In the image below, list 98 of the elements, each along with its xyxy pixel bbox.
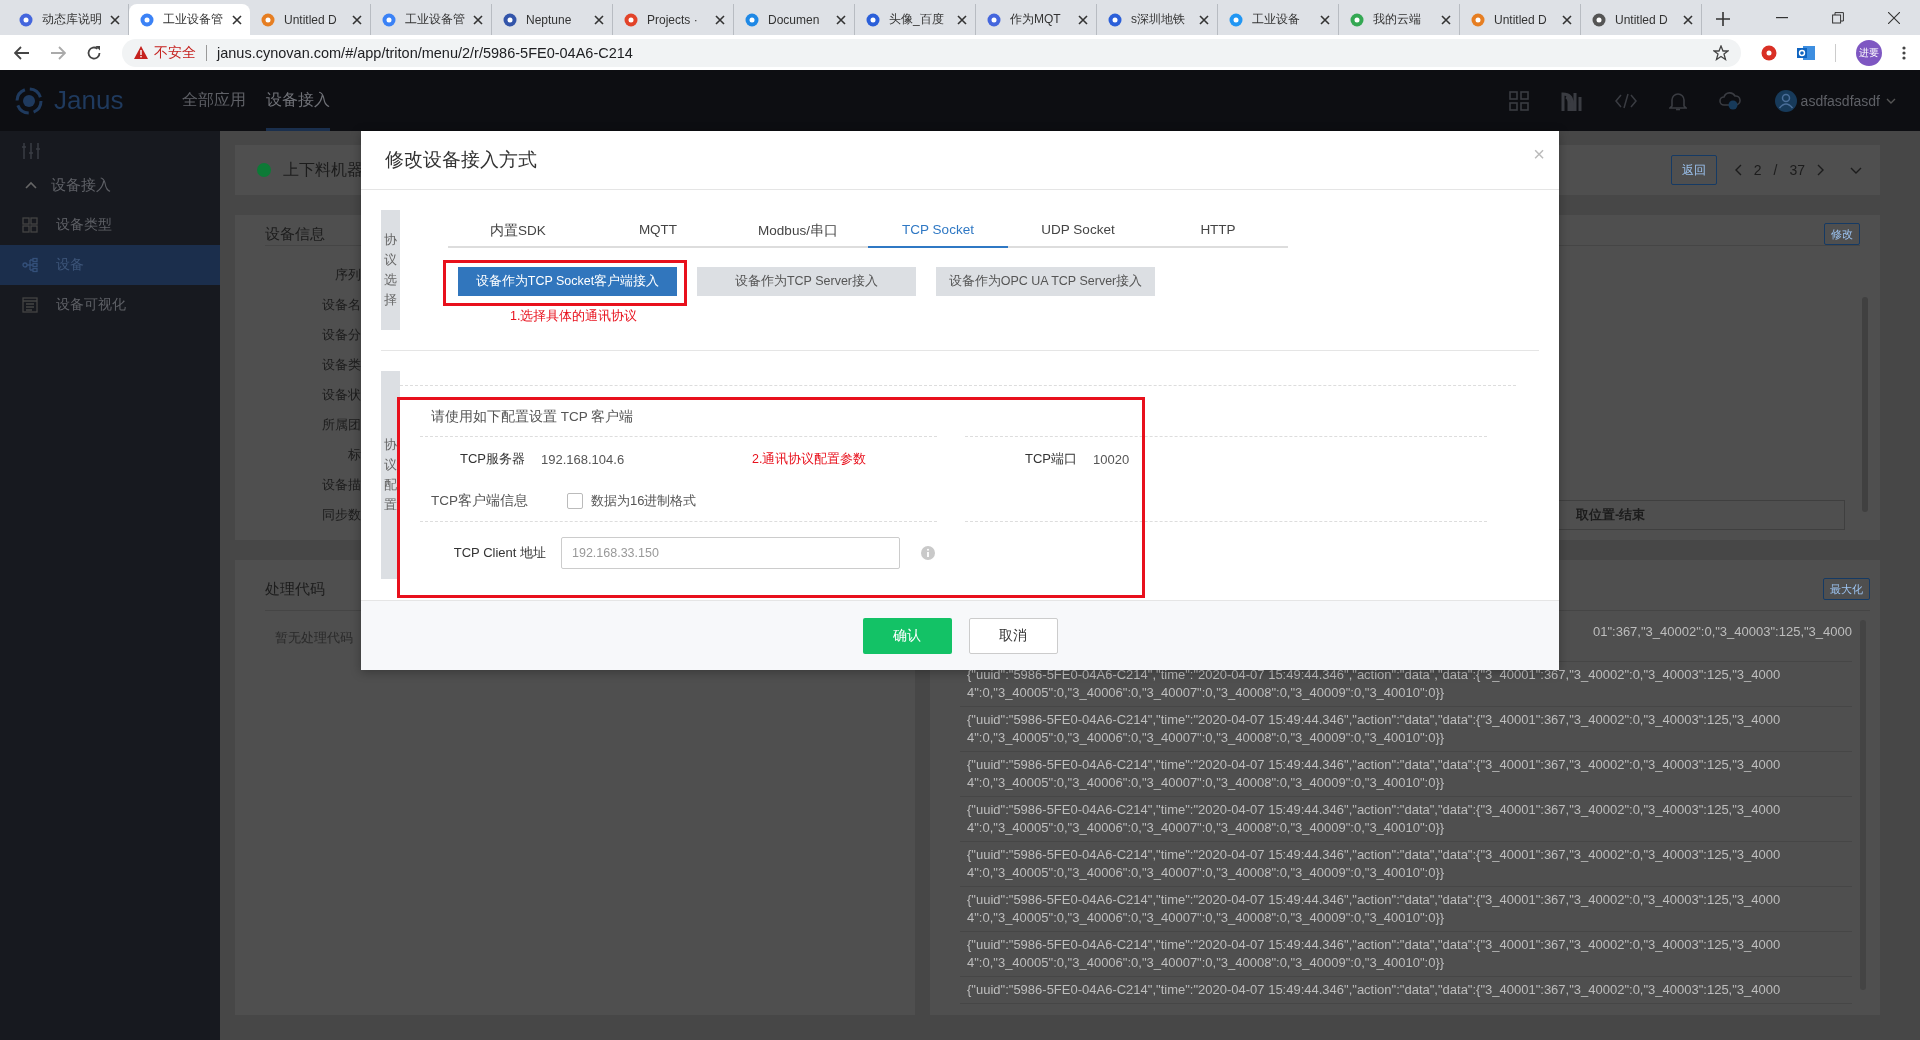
- log-line: {"uuid":"5986-5FE0-04A6-C214","time":"2020-04-07 15:49:44.346","action":"data","data":{"3_40001":367,"3_40002":0,"3_40003":125,"3_4000: [967, 936, 1782, 954]
- profile-avatar[interactable]: 进要: [1856, 39, 1882, 66]
- site-icon: [1228, 11, 1244, 28]
- protocol-tab[interactable]: 内置SDK: [448, 222, 588, 248]
- site-icon: [502, 11, 518, 28]
- logo-text: Janus: [54, 85, 125, 116]
- site-icon: [623, 11, 639, 28]
- protocol-tab[interactable]: HTTP: [1148, 222, 1288, 248]
- close-icon[interactable]: [1078, 14, 1088, 25]
- log-line: {"uuid":"5986-5FE0-04A6-C214","time":"2020-04-07 15:49:44.346","action":"data","data":{"3_40001":367,"3_40002":0,"3_40003":125,"3_4000: [967, 711, 1782, 729]
- url-text: janus.cynovan.com/#/app/triton/menu/2/r/5986-5FE0-04A6-C214: [217, 44, 633, 61]
- close-icon[interactable]: [110, 14, 120, 25]
- site-icon: [1349, 11, 1365, 28]
- site-icon: [139, 11, 155, 28]
- edit-button[interactable]: 修改: [1824, 223, 1860, 245]
- mode-option-button[interactable]: 设备作为TCP Socket客户端接入: [458, 267, 677, 296]
- close-icon[interactable]: [232, 14, 242, 25]
- caret-icon[interactable]: [1886, 97, 1896, 104]
- back-button[interactable]: 返回: [1670, 155, 1717, 185]
- log-line: {"uuid":"5986-5FE0-04A6-C214","time":"2020-04-07 15:49:44.346","action":"data","data":{"3_40001":367,"3_40002":0,"3_40003":125,"3_4000: [967, 846, 1782, 864]
- close-icon[interactable]: [1441, 14, 1451, 25]
- field-label: TCP端口: [1024, 450, 1077, 468]
- maximize-button[interactable]: 最大化: [1823, 578, 1870, 600]
- log-line: {"uuid":"5986-5FE0-04A6-C214","time":"2020-04-07 15:49:44.346","action":"data","data":{"3_40001":367,"3_40002":0,"3_40003":125,"3_4000: [967, 891, 1782, 909]
- close-icon[interactable]: [1320, 14, 1330, 25]
- close-icon[interactable]: [1562, 14, 1572, 25]
- close-icon[interactable]: [957, 14, 967, 25]
- annotation-text: 1.选择具体的通讯协议: [510, 308, 639, 325]
- protocol-tab[interactable]: MQTT: [588, 222, 728, 248]
- grid-icon: [22, 217, 38, 233]
- close-icon[interactable]: [715, 14, 725, 25]
- tree-icon: [22, 257, 38, 273]
- dialog-title: 修改设备接入方式: [385, 148, 537, 172]
- back-icon[interactable]: [14, 45, 30, 60]
- close-icon[interactable]: [473, 14, 483, 25]
- close-icon[interactable]: [1888, 11, 1900, 24]
- checkbox-label[interactable]: 数据为16进制格式: [591, 492, 697, 510]
- protocol-tab[interactable]: Modbus/串口: [728, 222, 868, 248]
- browser-tab[interactable]: 工业设备管: [129, 4, 250, 35]
- log-line: {"uuid":"5986-5FE0-04A6-C214","time":"2020-04-07 15:49:44.346","action":"data","data":{"3_40001":367,"3_40002":0,"3_40003":125,"3_4000: [967, 981, 1782, 999]
- site-icon: [18, 11, 34, 28]
- log-line: 01":367,"3_40002":0,"3_40003":125,"3_4000: [1592, 623, 1852, 641]
- log-line: 4":0,"3_40005":0,"3_40006":0,"3_40007":0,"3_40008":0,"3_40009":0,"3_40010":0}}: [967, 819, 1446, 837]
- site-icon: [381, 11, 397, 28]
- site-icon: [1470, 11, 1486, 28]
- site-icon: [1591, 11, 1607, 28]
- minimize-icon[interactable]: [1776, 16, 1788, 19]
- close-icon[interactable]: [352, 14, 362, 25]
- field-label: TCP服务器: [459, 450, 525, 468]
- log-line: 4":0,"3_40005":0,"3_40006":0,"3_40007":0,"3_40008":0,"3_40009":0,"3_40010":0}}: [967, 954, 1446, 972]
- log-line: {"uuid":"5986-5FE0-04A6-C214","time":"2020-04-07 15:49:44.346","action":"data","data":{"3_40001":367,"3_40002":0,"3_40003":125,"3_4000: [967, 801, 1782, 819]
- close-icon[interactable]: [594, 14, 604, 25]
- warning-icon: [134, 46, 148, 59]
- reload-icon[interactable]: [86, 44, 102, 61]
- bookmark-star-icon[interactable]: [1713, 44, 1729, 61]
- restore-icon[interactable]: [1832, 11, 1844, 24]
- address-bar[interactable]: 不安全 janus.cynovan.com/#/app/triton/menu/2/r/5986-5FE0-04A6-C214: [122, 38, 1741, 67]
- mode-option-button[interactable]: 设备作为OPC UA TCP Server接入: [936, 267, 1155, 296]
- log-line: 4":0,"3_40005":0,"3_40006":0,"3_40007":0,"3_40008":0,"3_40009":0,"3_40010":0}}: [967, 729, 1446, 747]
- close-icon[interactable]: [1683, 14, 1693, 25]
- protocol-tab[interactable]: UDP Socket: [1008, 222, 1148, 248]
- list-icon: [22, 297, 38, 313]
- status-dot-icon: [257, 163, 271, 177]
- log-line: {"uuid":"5986-5FE0-04A6-C214","time":"2020-04-07 15:49:44.346","action":"data","data":{"3_40001":367,"3_40002":0,"3_40003":125,"3_4000: [967, 666, 1782, 684]
- field-label: TCP Client 地址: [452, 544, 546, 562]
- log-line: {"uuid":"5986-5FE0-04A6-C214","time":"2020-04-07 15:49:44.346","action":"data","data":{"3_40001":367,"3_40002":0,"3_40003":125,"3_4000: [967, 756, 1782, 774]
- log-line: 4":0,"3_40005":0,"3_40006":0,"3_40007":0,"3_40008":0,"3_40009":0,"3_40010":0}}: [967, 864, 1446, 882]
- log-line: 4":0,"3_40005":0,"3_40006":0,"3_40007":0,"3_40008":0,"3_40009":0,"3_40010":0}}: [967, 684, 1446, 702]
- log-line: 4":0,"3_40005":0,"3_40006":0,"3_40007":0,"3_40008":0,"3_40009":0,"3_40010":0}}: [967, 774, 1446, 792]
- port-number: 10020: [1093, 451, 1130, 467]
- checkbox[interactable]: [567, 493, 583, 509]
- page-separator: /: [1773, 162, 1778, 178]
- site-icon: [986, 11, 1002, 28]
- site-icon: [260, 11, 276, 28]
- server-address: 192.168.104.6: [541, 451, 626, 467]
- config-heading: 请使用如下配置设置 TCP 客户端: [431, 407, 634, 426]
- caret-icon: [25, 181, 37, 189]
- annotation-text: 2.通讯协议配置参数: [752, 450, 867, 468]
- mode-option-button[interactable]: 设备作为TCP Server接入: [697, 267, 916, 296]
- logo-icon: [14, 85, 44, 116]
- site-icon: [865, 11, 881, 28]
- log-line: 4":0,"3_40005":0,"3_40006":0,"3_40007":0,"3_40008":0,"3_40009":0,"3_40010":0}}: [967, 909, 1446, 927]
- new-tab-icon[interactable]: [1716, 12, 1730, 26]
- field-label: TCP客户端信息: [431, 492, 529, 510]
- user-avatar-icon[interactable]: [1774, 89, 1797, 112]
- close-icon[interactable]: [836, 14, 846, 25]
- section-label: 协议选择: [381, 210, 400, 330]
- protocol-tab[interactable]: TCP Socket: [868, 222, 1008, 248]
- nav-tab[interactable]: 设备接入: [266, 70, 330, 131]
- site-icon: [744, 11, 760, 28]
- security-warning: 不安全: [154, 43, 196, 62]
- record-icon[interactable]: [1761, 44, 1777, 61]
- menu-icon[interactable]: [1902, 45, 1906, 60]
- outlook-icon[interactable]: [1797, 44, 1815, 61]
- site-icon: [1107, 11, 1123, 28]
- close-icon[interactable]: [1199, 14, 1209, 25]
- cancel-button[interactable]: 取消: [968, 617, 1058, 654]
- address-input[interactable]: 192.168.33.150: [561, 537, 900, 569]
